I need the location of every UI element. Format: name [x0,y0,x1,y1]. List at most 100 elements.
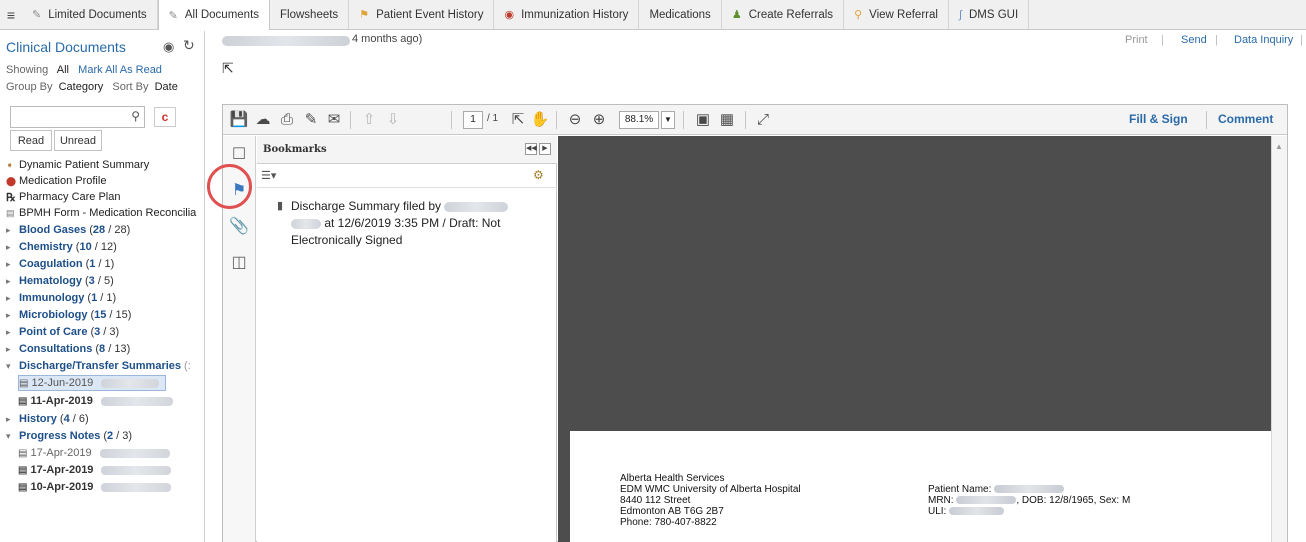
toolbar-divider [1206,111,1207,129]
tab-flowsheets[interactable]: Flowsheets [270,0,350,29]
category-immunology[interactable]: ▸ Immunology (1 / 1) [6,290,116,306]
expand-icon[interactable]: ⤢ [753,110,773,130]
refresh-icon[interactable]: ↻ [183,37,195,54]
link-dynamic-patient-summary[interactable]: ➧ Dynamic Patient Summary [6,157,149,173]
data-inquiry-link[interactable]: Data Inquiry [1234,34,1293,46]
search-binoculars-icon[interactable]: ◫ [229,252,249,274]
collapse-icon[interactable]: ▾ [6,431,19,442]
expand-icon[interactable]: ▸ [6,327,19,338]
category-name: History [19,413,57,425]
expand-icon[interactable]: ▸ [6,225,19,236]
tab-medications[interactable]: Medications [639,0,722,29]
view-referral-icon: ⚲ [854,9,863,21]
uli-row: ULI: [928,506,1005,517]
zoom-out-icon[interactable]: ⊖ [565,110,585,130]
tab-all-documents[interactable]: ✎ All Documents [157,0,271,30]
document-progress-10-apr-2019[interactable]: ▤ 10-Apr-2019 [18,479,172,495]
attachment-icon[interactable]: 📎 [229,216,249,238]
tab-dms-gui[interactable]: ∫ DMS GUI [949,0,1030,29]
document-search-input[interactable]: ⚲ [10,106,145,128]
category-point-of-care[interactable]: ▸ Point of Care (3 / 3) [6,324,119,340]
category-microbiology[interactable]: ▸ Microbiology (15 / 15) [6,307,131,323]
expand-icon[interactable]: ▸ [6,293,19,304]
zoom-level-input[interactable]: 88.1% [619,111,659,129]
category-blood-gases[interactable]: ▸ Blood Gases (28 / 28) [6,222,130,238]
page-up-icon[interactable]: ⇧ [359,110,379,130]
collapse-icon[interactable]: ▾ [6,361,19,372]
immunization-icon: ◉ [504,9,515,21]
hand-tool-icon[interactable]: ✋ [530,110,550,130]
page-down-icon[interactable]: ⇩ [383,110,403,130]
pdf-toolbar: 💾 ☁ ⎙ ✎ ✉ ⇧ ⇩ 1 / 1 ⇱ ✋ ⊖ ⊕ 88.1% ▼ ▣ ▦ … [223,105,1287,135]
expand-icon[interactable]: ▸ [6,242,19,253]
email-icon[interactable]: ✉ [324,110,344,130]
mrn-dob-sex: , DOB: 12/8/1965, Sex: M [1016,495,1131,506]
category-history[interactable]: ▸ History (4 / 6) [6,411,89,427]
category-coagulation[interactable]: ▸ Coagulation (1 / 1) [6,256,114,272]
toolbar-divider [556,111,557,129]
redacted-mrn [956,496,1017,505]
expand-icon[interactable]: ▸ [6,259,19,270]
tab-label: Flowsheets [280,8,339,21]
link-medication-profile[interactable]: ⬤ Medication Profile [6,173,106,189]
fill-sign-button[interactable]: Fill & Sign [1129,112,1188,126]
showing-all-link[interactable]: All [57,64,69,76]
link-bpmh-form[interactable]: ▤ BPMH Form - Medication Reconcilia [6,205,196,221]
showing-row: Showing All Mark All As Read [6,64,162,76]
mark-all-read-link[interactable]: Mark All As Read [78,64,162,76]
unread-filter-button[interactable]: Unread [54,130,102,151]
page-number-input[interactable]: 1 [463,111,483,129]
tab-immunization-history[interactable]: ◉ Immunization History [494,0,640,29]
expand-icon[interactable]: ▸ [6,310,19,321]
group-by-category[interactable]: Category [59,81,104,93]
sort-by-date[interactable]: Date [155,81,178,93]
category-discharge-transfer-summaries[interactable]: ▾ Discharge/Transfer Summaries (: [6,358,191,374]
category-hematology[interactable]: ▸ Hematology (3 / 5) [6,273,114,289]
collapse-panel-icon[interactable]: ◀◀ [525,143,537,155]
zoom-in-icon[interactable]: ⊕ [589,110,609,130]
expand-panel-icon[interactable]: ▶ [539,143,551,155]
category-chemistry[interactable]: ▸ Chemistry (10 / 12) [6,239,117,255]
category-consultations[interactable]: ▸ Consultations (8 / 13) [6,341,130,357]
send-link[interactable]: Send [1181,34,1207,46]
chevron-down-icon[interactable]: ▼ [661,111,675,129]
tab-view-referral[interactable]: ⚲ View Referral [844,0,949,29]
clear-filter-button[interactable]: c [154,107,176,127]
tab-limited-documents[interactable]: ✎ Limited Documents [22,0,158,29]
category-progress-notes[interactable]: ▾ Progress Notes (2 / 3) [6,428,132,444]
save-icon[interactable]: 💾 [229,110,249,130]
expand-icon[interactable]: ▸ [6,414,19,425]
category-count: (1 / 1) [85,258,115,270]
expand-icon[interactable]: ▸ [6,344,19,355]
fit-width-icon[interactable]: ▦ [717,110,737,130]
select-cursor-icon[interactable]: ⇱ [508,110,528,130]
page-thumbnails-icon[interactable]: ☐ [229,144,249,166]
tab-create-referrals[interactable]: ♟ Create Referrals [722,0,845,29]
tab-label: DMS GUI [968,8,1019,21]
link-pharmacy-care-plan[interactable]: ℞ Pharmacy Care Plan [6,189,121,205]
document-progress-17-apr-2019[interactable]: ▤ 17-Apr-2019 [18,462,172,478]
comment-button[interactable]: Comment [1218,112,1273,126]
scroll-up-icon[interactable]: ▲ [1275,142,1283,151]
navigation-pane-strip: ☐ ⚑ 📎 ◫ [207,136,256,542]
bookmark-item[interactable]: ▮ Discharge Summary filed by at 12/6/201… [277,198,542,249]
read-filter-button[interactable]: Read [10,130,52,151]
eye-icon[interactable]: ◉ [163,39,174,55]
link-label: Medication Profile [19,175,107,187]
tab-patient-event-history[interactable]: ⚑ Patient Event History [349,0,495,29]
summary-icon: ➧ [6,159,14,170]
search-icon[interactable]: ⚲ [131,109,140,123]
bookmark-options-icon[interactable]: ☰▾ [261,169,276,182]
print-icon[interactable]: ⎙ [277,110,297,130]
document-discharge-11-apr-2019[interactable]: ▤ 11-Apr-2019 [18,393,173,409]
document-progress-17-apr-2019-read[interactable]: ▤ 17-Apr-2019 [18,445,170,461]
document-discharge-12-jun-2019[interactable]: ▤ 12-Jun-2019 [18,375,167,391]
edit-icon[interactable]: ✎ [301,110,321,130]
fit-page-icon[interactable]: ▣ [693,110,713,130]
bookmark-settings-icon[interactable]: ⚙ [533,168,544,182]
vertical-scrollbar[interactable]: ▲ [1271,136,1287,542]
menu-icon[interactable]: ≡ [0,0,22,29]
upload-icon[interactable]: ☁ [253,110,273,130]
expand-icon[interactable]: ▸ [6,276,19,287]
print-link[interactable]: Print [1125,34,1148,46]
